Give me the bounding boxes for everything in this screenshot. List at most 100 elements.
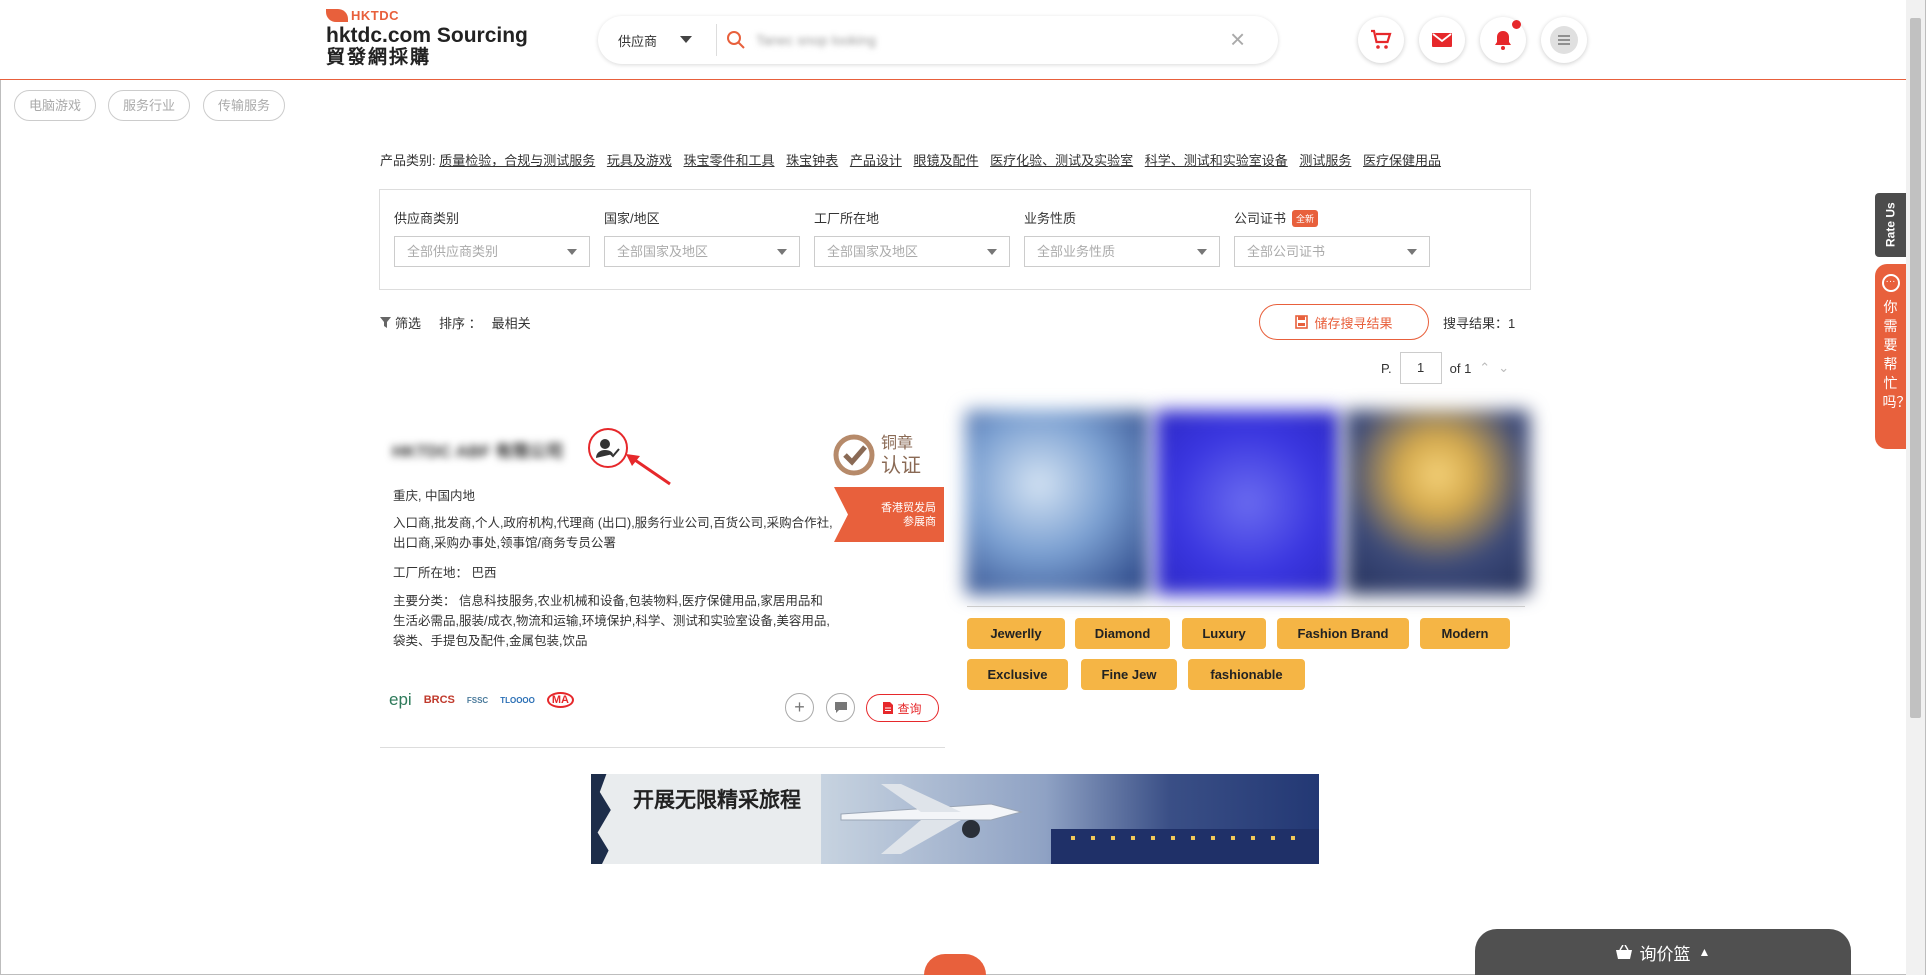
chat-button[interactable]: [826, 693, 855, 722]
logo-subtitle: 貿發網採購: [326, 47, 432, 68]
inquiry-basket-button[interactable]: 询价篮 ▲: [1475, 929, 1851, 975]
category-label: 产品类别:: [380, 153, 436, 168]
filter-select-business-nature[interactable]: 全部业务性质: [1024, 236, 1220, 267]
message-button[interactable]: [1419, 17, 1465, 63]
search-icon[interactable]: [726, 30, 746, 50]
document-icon: [883, 702, 894, 714]
notification-dot: [1512, 20, 1521, 29]
chevron-down-icon[interactable]: ⌄: [1498, 360, 1509, 376]
filter-select-supplier-type[interactable]: 全部供应商类别: [394, 236, 590, 267]
logo-brand: HKTDC: [351, 8, 399, 23]
supplier-factory-location: 工厂所在地： 巴西: [393, 566, 497, 580]
exhibitor-ribbon: 香港贸发局 参展商: [834, 487, 944, 542]
chevron-up-icon[interactable]: ⌃: [1479, 360, 1490, 376]
exhibitor-line1: 香港贸发局: [881, 502, 936, 514]
keyword-tag[interactable]: Luxury: [1182, 618, 1266, 649]
bronze-certified-badge: 铜章 认证: [833, 432, 921, 478]
banner-edge-decoration: [591, 774, 611, 864]
page-prefix: P.: [1381, 360, 1392, 376]
category-link[interactable]: 珠宝零件和工具: [684, 153, 775, 168]
search-bar: 供应商 ×: [598, 16, 1278, 64]
help-label: 你需要帮忙吗？: [1882, 299, 1911, 410]
product-image[interactable]: [1345, 410, 1530, 595]
result-count: 搜寻结果：1: [1443, 316, 1516, 331]
clear-icon[interactable]: ×: [1230, 24, 1245, 55]
scrollbar[interactable]: [1906, 0, 1925, 975]
cert-logo-ma: MA: [546, 692, 574, 708]
category-link[interactable]: 眼镜及配件: [913, 153, 978, 168]
rate-us-tab[interactable]: Rate Us: [1875, 193, 1906, 257]
chat-bubble-icon: ···: [1881, 274, 1900, 292]
filter-select-country[interactable]: 全部国家及地区: [604, 236, 800, 267]
help-widget[interactable]: ··· 你需要帮忙吗？: [1875, 264, 1911, 449]
category-link[interactable]: 科学、测试和实验室设备: [1145, 153, 1288, 168]
hktdc-logo-icon: [326, 9, 348, 22]
page-input[interactable]: 1: [1399, 352, 1442, 384]
product-image[interactable]: [965, 410, 1150, 595]
keyword-tag[interactable]: Jewerlly: [967, 618, 1065, 649]
keyword-tag[interactable]: Modern: [1420, 618, 1510, 649]
category-link[interactable]: 玩具及游戏: [607, 153, 672, 168]
filter-select-factory-location[interactable]: 全部国家及地区: [814, 236, 1010, 267]
search-type-select[interactable]: 供应商: [618, 31, 657, 50]
notification-button[interactable]: [1480, 17, 1526, 63]
plus-icon: +: [794, 697, 805, 717]
chevron-down-icon: [1197, 249, 1207, 255]
category-link[interactable]: 测试服务: [1299, 153, 1351, 168]
basket-icon: [1615, 945, 1632, 959]
chip-tag[interactable]: 服务行业: [108, 90, 191, 121]
category-link[interactable]: 珠宝钟表: [786, 153, 838, 168]
footer-logo-icon: [924, 954, 986, 975]
keyword-tag[interactable]: Exclusive: [967, 659, 1068, 690]
enquire-label: 查询: [897, 701, 922, 716]
verified-user-icon: [588, 428, 628, 468]
hktdc-logo[interactable]: HKTDC hktdc.com Sourcing 貿發網採購: [326, 8, 528, 68]
cert-logo-fssc: FSSC: [466, 695, 489, 705]
enquire-button[interactable]: 查询: [866, 694, 939, 722]
chevron-down-icon: [567, 249, 577, 255]
hamburger-menu-icon: [1550, 26, 1578, 54]
menu-button[interactable]: [1541, 17, 1587, 63]
product-image[interactable]: [1155, 410, 1340, 595]
filter-label-business-nature: 业务性质: [1024, 211, 1077, 226]
scrollbar-thumb[interactable]: [1910, 18, 1921, 718]
bronze-label-top: 铜章: [881, 435, 914, 452]
filter-label-country: 国家/地区: [604, 211, 660, 226]
filter-toggle[interactable]: 筛选: [395, 313, 421, 332]
promo-banner[interactable]: 开展无限精采旅程: [591, 774, 1319, 864]
annotation-arrow-icon: [626, 454, 671, 486]
category-link[interactable]: 医疗保健用品: [1363, 153, 1441, 168]
exhibitor-line2: 参展商: [903, 516, 936, 528]
chevron-down-icon: [987, 249, 997, 255]
chevron-down-icon[interactable]: [680, 36, 692, 43]
filter-icon[interactable]: [380, 317, 391, 328]
search-input[interactable]: [756, 28, 1206, 52]
supplier-name[interactable]: HKTDC ABF 有限公司: [392, 437, 563, 462]
chevron-up-icon: ▲: [1698, 945, 1711, 959]
top-header: HKTDC hktdc.com Sourcing 貿發網採購 供应商 ×: [0, 0, 1906, 80]
keyword-tag[interactable]: Fine Jew: [1081, 659, 1177, 690]
chip-tag[interactable]: 传输服务: [203, 90, 286, 121]
category-link[interactable]: 产品设计: [850, 153, 902, 168]
cart-icon: [1371, 29, 1392, 49]
chip-tag[interactable]: 电脑游戏: [14, 90, 97, 121]
image-divider: [967, 606, 1525, 607]
filter-label-factory-location: 工厂所在地: [814, 211, 880, 226]
cert-logo-epi: epi: [389, 690, 412, 709]
certificate-logos: epi BRCS FSSC TLOOOO MA: [389, 690, 574, 710]
filter-label-supplier-type: 供应商类别: [394, 211, 460, 226]
category-link[interactable]: 质量检验，合规与测试服务: [439, 153, 595, 168]
category-link[interactable]: 医疗化验、测试及实验室: [990, 153, 1133, 168]
bronze-medal-icon: [833, 434, 875, 476]
keyword-tag[interactable]: Diamond: [1075, 618, 1170, 649]
add-favorite-button[interactable]: +: [785, 693, 814, 722]
sort-select[interactable]: 最相关: [492, 313, 531, 332]
supplier-main-categories: 主要分类： 信息科技服务,农业机械和设备,包装物料,医疗保健用品,家居用品和生活…: [393, 594, 830, 648]
filter-select-certificate[interactable]: 全部公司证书: [1234, 236, 1430, 267]
save-search-button[interactable]: 储存搜寻结果: [1259, 304, 1429, 340]
keyword-tag[interactable]: fashionable: [1188, 659, 1305, 690]
filter-panel: 供应商类别 全部供应商类别 国家/地区 全部国家及地区 工厂所在地 全部国家及地…: [379, 189, 1531, 290]
cart-button[interactable]: [1358, 17, 1404, 63]
chat-icon: [834, 702, 847, 713]
keyword-tag[interactable]: Fashion Brand: [1277, 618, 1409, 649]
